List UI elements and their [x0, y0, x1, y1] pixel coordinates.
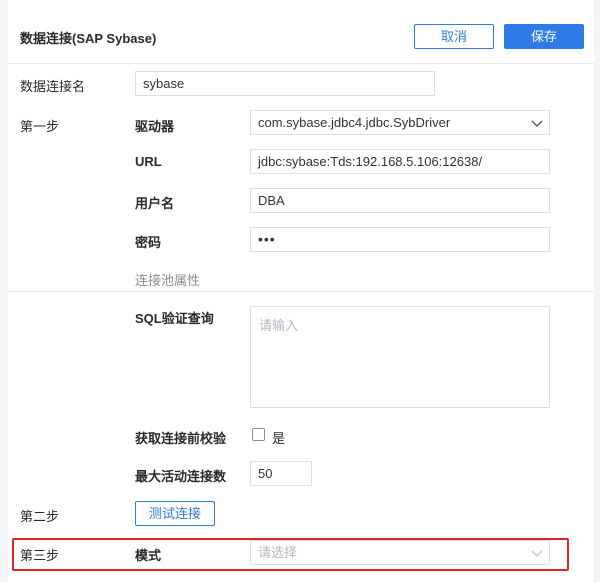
- max-active-label: 最大活动连接数: [135, 469, 227, 484]
- step3-highlight-box: [12, 538, 569, 571]
- driver-select-value: com.sybase.jdbc4.jdbc.SybDriver: [258, 115, 451, 130]
- username-label: 用户名: [135, 196, 175, 211]
- sql-validation-label: SQL验证查询: [135, 311, 214, 326]
- step2-label: 第二步: [20, 509, 60, 524]
- validate-before-label: 获取连接前校验: [135, 431, 227, 446]
- password-label: 密码: [135, 235, 162, 250]
- validate-before-checkbox[interactable]: [252, 428, 265, 441]
- step1-label: 第一步: [20, 119, 60, 134]
- connection-name-input[interactable]: sybase: [135, 71, 435, 96]
- password-input[interactable]: •••: [250, 227, 550, 252]
- max-active-input[interactable]: 50: [250, 461, 312, 486]
- connection-panel: 数据连接(SAP Sybase) 取消 保存 数据连接名 sybase 第一步 …: [8, 0, 594, 582]
- username-input[interactable]: DBA: [250, 188, 550, 213]
- driver-label: 驱动器: [135, 119, 175, 134]
- test-connection-button[interactable]: 测试连接: [135, 501, 215, 526]
- driver-select[interactable]: com.sybase.jdbc4.jdbc.SybDriver: [250, 110, 550, 135]
- url-input[interactable]: jdbc:sybase:Tds:192.168.5.106:12638/: [250, 149, 550, 174]
- save-button[interactable]: 保存: [504, 24, 584, 49]
- chevron-down-icon: [531, 120, 543, 127]
- url-label: URL: [135, 154, 162, 169]
- cancel-button[interactable]: 取消: [414, 24, 494, 49]
- pool-section-title: 连接池属性: [135, 273, 201, 288]
- validate-before-option-label: 是: [272, 431, 286, 446]
- connection-name-label: 数据连接名: [20, 79, 86, 94]
- page-title: 数据连接(SAP Sybase): [20, 31, 157, 46]
- sql-validation-textarea[interactable]: 请输入: [250, 306, 550, 408]
- panel-header: 数据连接(SAP Sybase) 取消 保存: [8, 0, 594, 64]
- section-divider: [8, 291, 594, 292]
